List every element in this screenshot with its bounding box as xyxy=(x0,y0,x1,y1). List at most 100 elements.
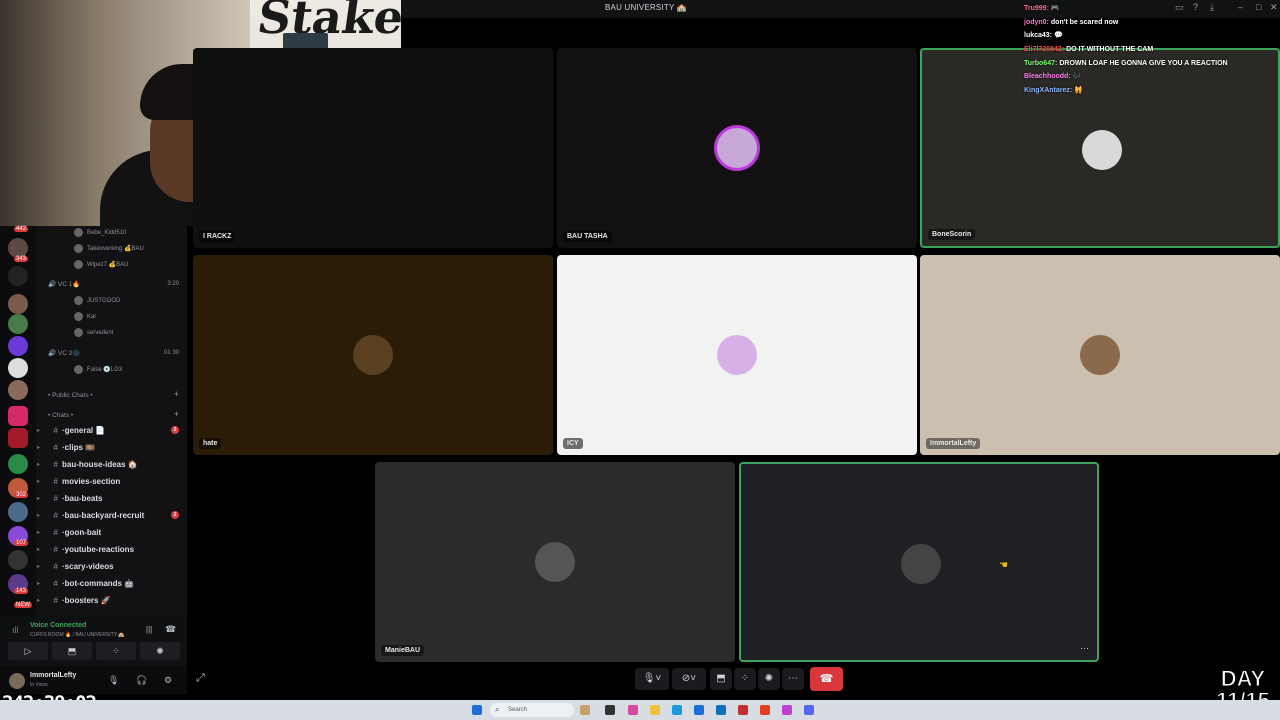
signal-icon[interactable]: ıll xyxy=(12,625,19,635)
discord-icon[interactable] xyxy=(804,705,814,715)
server-badge: 302 xyxy=(14,492,29,498)
hangup-button[interactable]: ☎ xyxy=(810,667,843,691)
server-icon[interactable] xyxy=(8,428,28,448)
voice-user[interactable]: False 💿LG3 xyxy=(74,365,122,374)
avatar xyxy=(353,335,393,375)
voice-status-channel[interactable]: CUFFS ROOM 🔥 / BAU UNIVERSITY 🏫 xyxy=(30,632,125,638)
avatar[interactable] xyxy=(9,673,25,689)
video-tile[interactable]: BAU TASHA xyxy=(557,48,917,248)
channel-clips[interactable]: ▸ # · clips 🎞️ xyxy=(36,439,187,455)
server-icon[interactable] xyxy=(8,380,28,400)
participant-name: ImmortalLefty xyxy=(926,438,981,449)
server-icon[interactable] xyxy=(8,336,28,356)
voice-user[interactable]: servedent xyxy=(74,328,113,337)
voice-user[interactable]: Bebe_Kidd510 xyxy=(74,228,126,237)
start-icon[interactable] xyxy=(472,705,482,715)
chat-user: Tru999: xyxy=(1024,5,1049,12)
server-list: 442 343 302 107 143 NEW xyxy=(0,226,36,666)
add-channel-icon[interactable]: + xyxy=(174,409,179,419)
voice-status-title[interactable]: Voice Connected xyxy=(30,622,86,629)
stream-chat-overlay: Tru999: 🎮 jodyn0: don't be scared now lukc… xyxy=(1024,2,1264,102)
participant-name: I RACKZ xyxy=(199,231,236,242)
activities-button[interactable]: ⁘ xyxy=(734,668,756,690)
server-icon[interactable] xyxy=(8,502,28,522)
channel-bau-beats[interactable]: ▸ # · bau-beats xyxy=(36,490,187,506)
voice-channel-vc2[interactable]: 🔊 VC 2🌑 xyxy=(48,349,80,357)
video-tile[interactable]: I RACKZ xyxy=(193,48,553,248)
voice-user[interactable]: Takeoverking 💰BAU xyxy=(74,244,144,253)
category-chats[interactable]: • Chats • xyxy=(48,412,73,419)
voice-user[interactable]: Wipez7 💰BAU xyxy=(74,260,128,269)
server-badge: 107 xyxy=(14,540,29,546)
channel-bot-commands[interactable]: ▸ # · bot-commands 🤖 xyxy=(36,575,187,591)
server-icon[interactable] xyxy=(8,238,28,258)
chat-message: Tru999: 🎮 xyxy=(1024,2,1264,16)
video-tile[interactable]: ImmortalLefty xyxy=(920,255,1280,455)
camera-button[interactable]: ⊘˅ xyxy=(672,668,706,690)
chat-text: 🎶 xyxy=(1072,73,1082,81)
channel-bau-house-ideas[interactable]: ▸ # bau-house-ideas 🏠 xyxy=(36,456,187,472)
app-icon[interactable] xyxy=(738,705,748,715)
user-name[interactable]: ImmortalLefty xyxy=(30,672,76,679)
screenshare-button[interactable]: ⬒ xyxy=(52,642,92,660)
server-icon[interactable] xyxy=(8,406,28,426)
chat-message: KingXAntarez: 🙀 xyxy=(1024,84,1264,98)
app-icon[interactable] xyxy=(580,705,590,715)
disconnect-icon[interactable]: ☎ xyxy=(165,624,176,635)
server-icon[interactable] xyxy=(8,294,28,314)
screenshare-button[interactable]: ⬒ xyxy=(710,668,732,690)
activities-button[interactable]: ⁘ xyxy=(96,642,136,660)
mute-button[interactable]: 🎙˅ xyxy=(635,668,669,690)
voice-user[interactable]: Kai xyxy=(74,312,96,321)
server-icon[interactable] xyxy=(8,314,28,334)
app-icon[interactable] xyxy=(628,705,638,715)
channel-movies-section[interactable]: ▸ # movies-section xyxy=(36,473,187,489)
video-tile[interactable]: ManieBAU xyxy=(375,462,735,662)
participant-name: BAU TASHA xyxy=(563,231,612,242)
store-icon[interactable] xyxy=(694,705,704,715)
video-tile[interactable]: ⋯ ☚ xyxy=(739,462,1099,662)
voice-user[interactable]: JUSTGOOD xyxy=(74,296,120,305)
add-channel-icon[interactable]: + xyxy=(174,389,179,399)
server-icon[interactable] xyxy=(8,358,28,378)
soundboard-button[interactable]: ✺ xyxy=(140,642,180,660)
more-button[interactable]: ⋯ xyxy=(782,668,804,690)
taskbar-search[interactable]: ⌕ Search xyxy=(490,703,574,717)
voice-timer: 3:20 xyxy=(167,281,179,287)
chat-text: DO IT WITHOUT THE CAM xyxy=(1066,46,1154,54)
chrome-icon[interactable] xyxy=(760,705,770,715)
category-public-chats[interactable]: • Public Chats • xyxy=(48,392,93,399)
video-tile[interactable]: hate xyxy=(193,255,553,455)
taskbar: ⌕ Search xyxy=(0,700,1280,720)
microphone-icon[interactable]: 🎙 xyxy=(108,675,119,686)
soundboard-button[interactable]: ✺ xyxy=(758,668,780,690)
headphones-icon[interactable]: 🎧 xyxy=(136,675,147,686)
channel-general[interactable]: ▸ # · general 📄 2 xyxy=(36,422,187,438)
close-icon[interactable]: ✕ xyxy=(1270,2,1278,13)
task-view-icon[interactable] xyxy=(605,705,615,715)
avatar xyxy=(717,128,757,168)
chat-user: KingXAntarez: xyxy=(1024,87,1073,95)
file-explorer-icon[interactable] xyxy=(650,705,660,715)
search-placeholder: Search xyxy=(508,707,528,713)
outlook-icon[interactable] xyxy=(716,705,726,715)
video-tile[interactable]: ICY xyxy=(557,255,917,455)
channel-bau-backyard-recruit[interactable]: ▸ # · bau-backyard-recruit 2 xyxy=(36,507,187,523)
channel-youtube-reactions[interactable]: ▸ # · youtube-reactions xyxy=(36,541,187,557)
channel-scary-videos[interactable]: ▸ # · scary-videos xyxy=(36,558,187,574)
app-icon[interactable] xyxy=(782,705,792,715)
window-title: BAU UNIVERSITY 🏫 xyxy=(605,3,687,12)
channel-goon-bait[interactable]: ▸ # · goon-bait xyxy=(36,524,187,540)
edge-icon[interactable] xyxy=(672,705,682,715)
avatar xyxy=(901,544,941,584)
channel-boosters[interactable]: ▸ # · boosters 🚀 xyxy=(36,592,187,608)
popout-icon[interactable]: ⤢ xyxy=(196,672,205,685)
settings-icon[interactable]: ⚙ xyxy=(164,675,172,686)
noise-suppression-icon[interactable]: ||| xyxy=(146,625,152,634)
server-icon[interactable] xyxy=(8,454,28,474)
voice-channel-vc1[interactable]: 🔊 VC 1🔥 xyxy=(48,280,80,288)
video-off-button[interactable]: ▷ xyxy=(8,642,48,660)
server-icon[interactable] xyxy=(8,266,28,286)
more-options-icon[interactable]: ⋯ xyxy=(1080,643,1089,654)
server-icon[interactable] xyxy=(8,550,28,570)
